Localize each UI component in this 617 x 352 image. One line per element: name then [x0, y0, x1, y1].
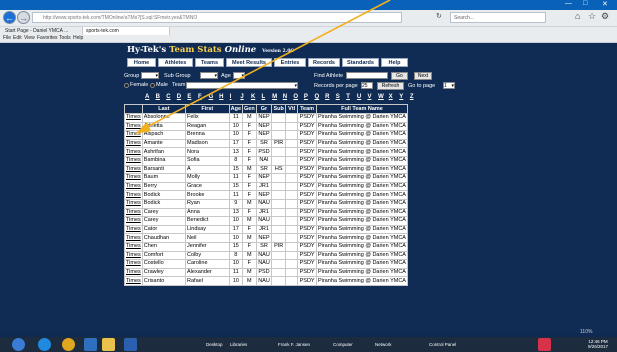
- start-button-icon[interactable]: [12, 338, 25, 351]
- taskbar-user-folder[interactable]: Frank F. Jansen: [278, 338, 310, 351]
- taskbar: Desktop Libraries Frank F. Jansen Comput…: [0, 337, 617, 352]
- taskbar-desktop[interactable]: Desktop: [206, 338, 223, 351]
- clock-date: 9/26/2017: [588, 344, 609, 349]
- taskbar-computer[interactable]: Computer: [333, 338, 353, 351]
- zoom-value: 110%: [580, 329, 593, 335]
- taskbar-control-panel[interactable]: Control Panel: [429, 338, 456, 351]
- file-explorer-icon[interactable]: [102, 338, 115, 351]
- chrome-icon[interactable]: [62, 338, 75, 351]
- outlook-icon[interactable]: [84, 338, 97, 351]
- taskbar-libraries[interactable]: Libraries: [230, 338, 247, 351]
- internet-explorer-icon[interactable]: [38, 338, 51, 351]
- taskbar-clock[interactable]: 12:46 PM 9/26/2017: [588, 339, 608, 349]
- word-icon[interactable]: [124, 338, 137, 351]
- annotation-arrow-icon: [135, 0, 391, 134]
- taskbar-network[interactable]: Network: [375, 338, 392, 351]
- zoom-level[interactable]: 110%: [580, 329, 592, 335]
- notification-icon[interactable]: [538, 338, 551, 351]
